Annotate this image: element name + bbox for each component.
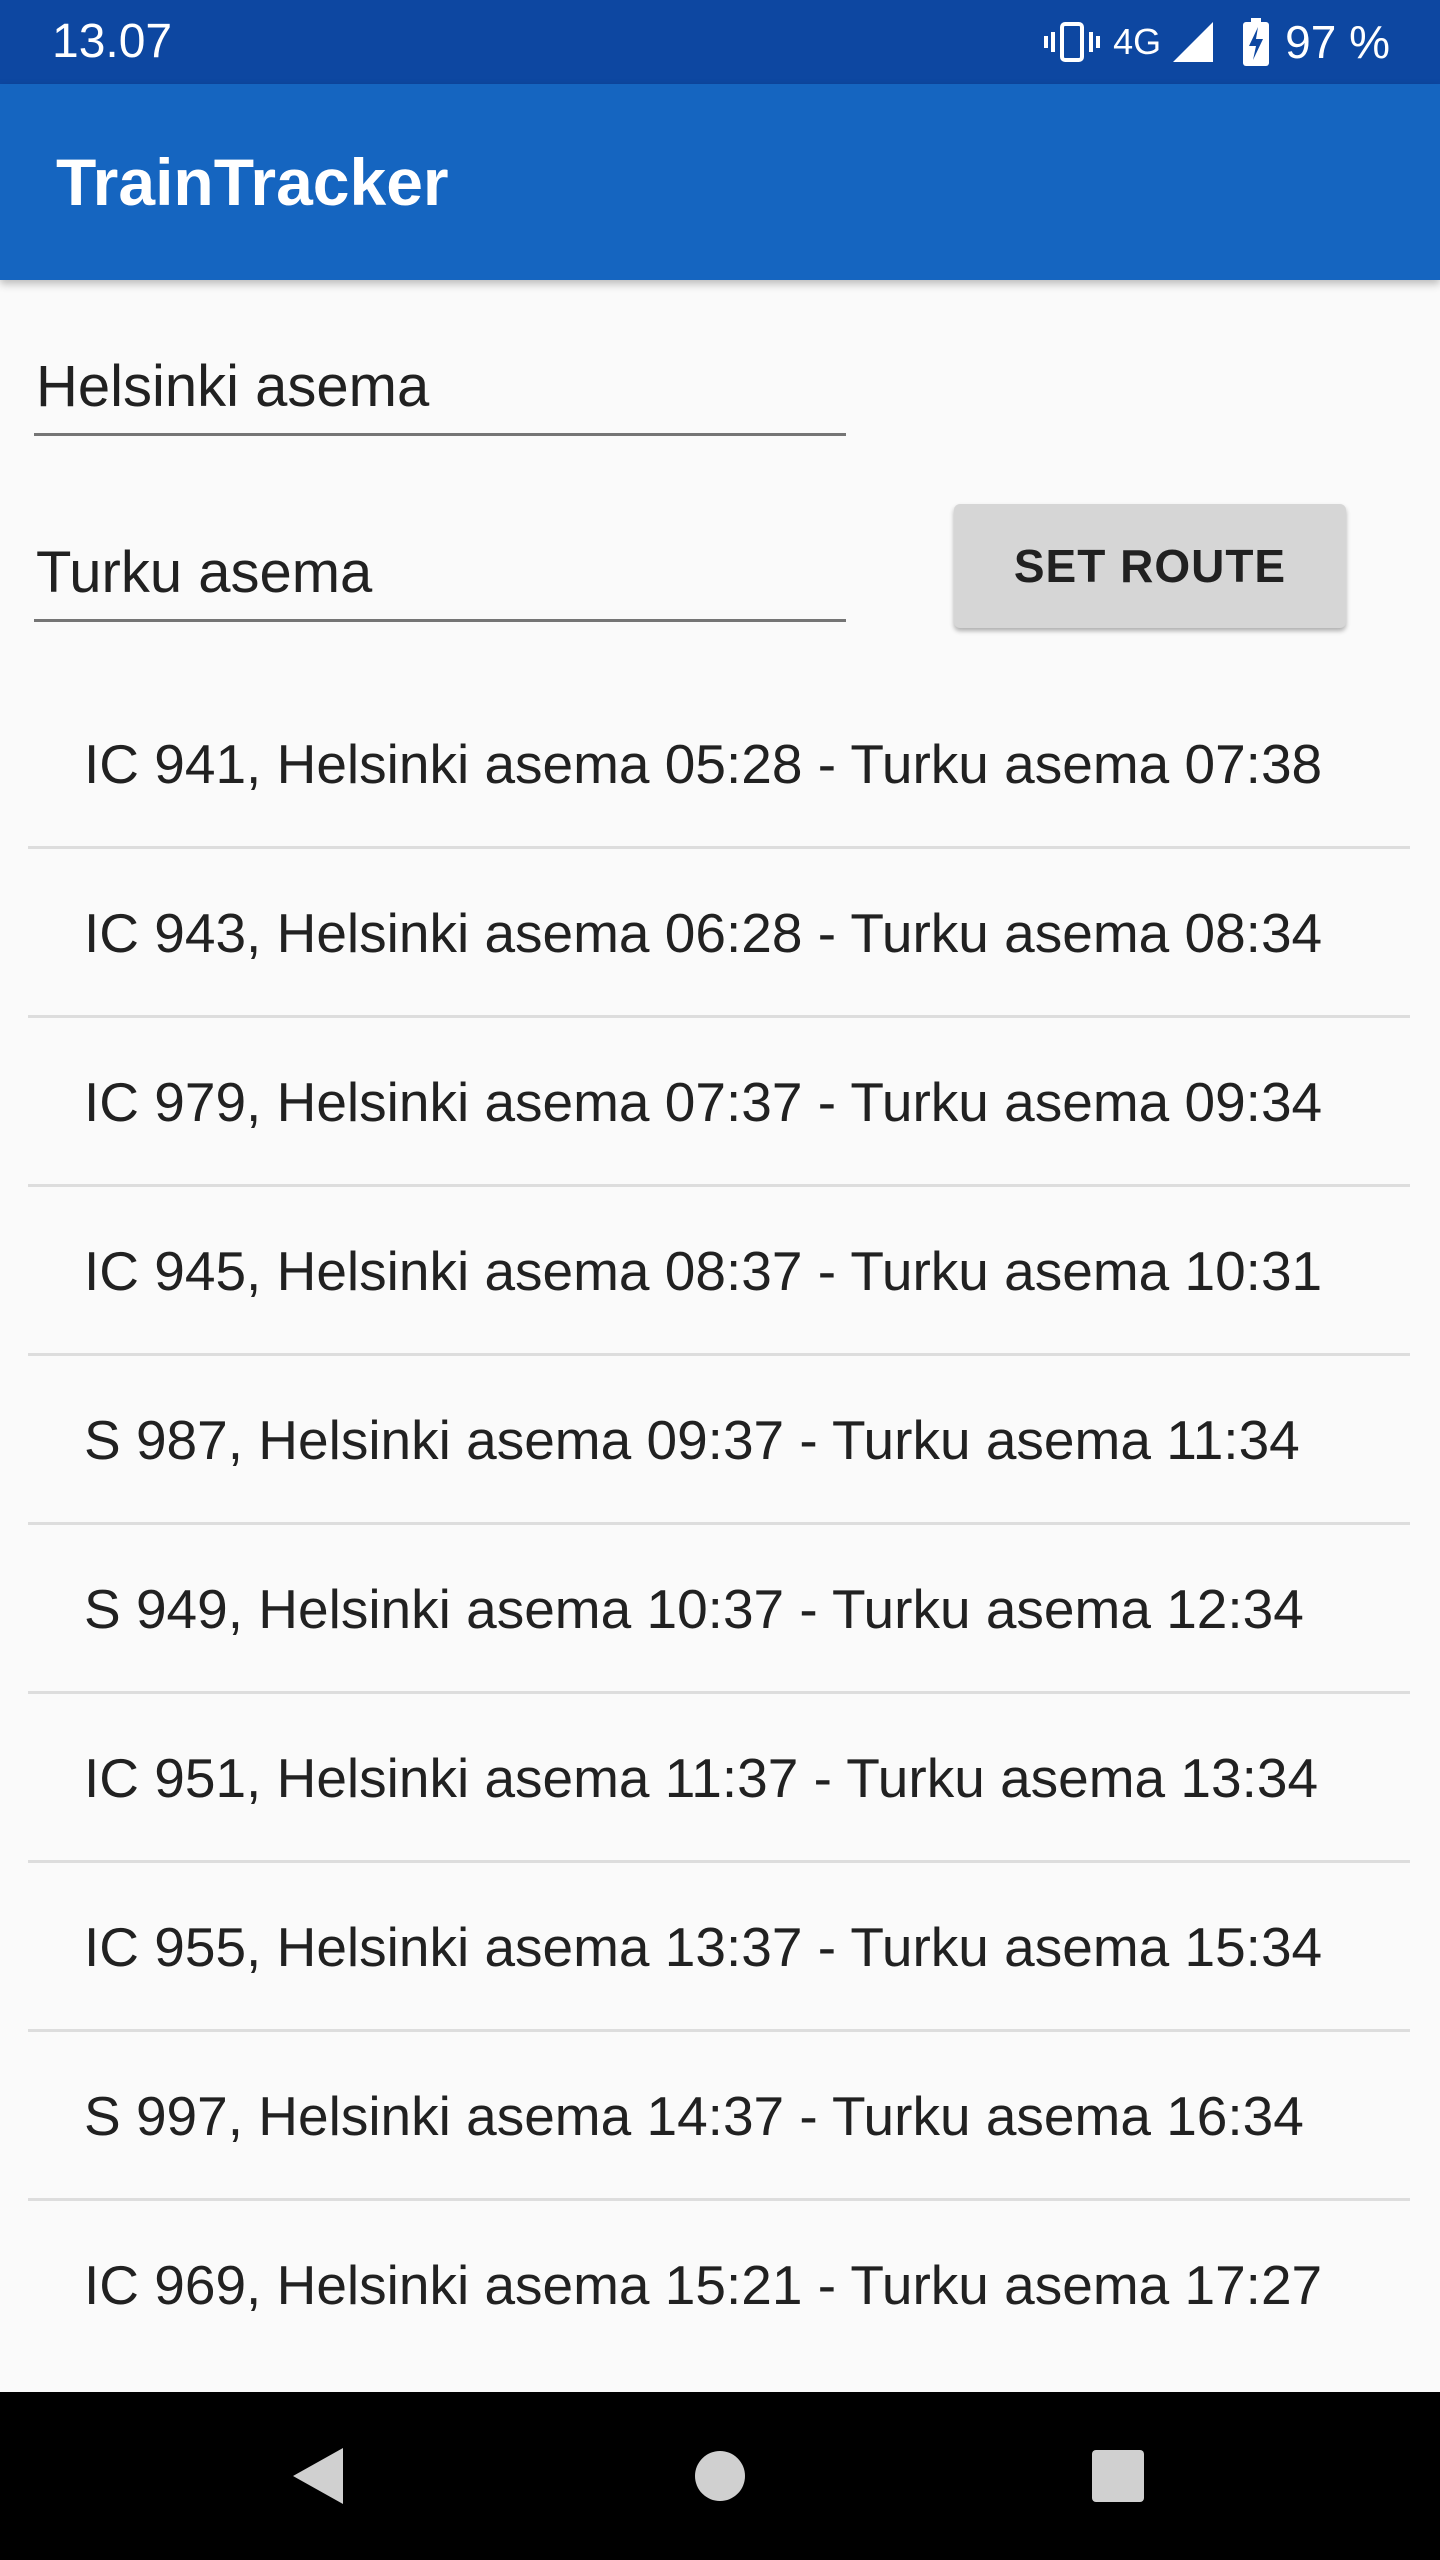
status-bar: 13.07 4G 97 %	[0, 0, 1440, 84]
recents-button[interactable]	[1038, 2392, 1198, 2560]
back-icon	[293, 2448, 343, 2504]
route-list-item[interactable]: IC 955, Helsinki asema 13:37 - Turku ase…	[28, 1863, 1410, 2032]
network-type: 4G	[1113, 21, 1162, 62]
route-list: IC 941, Helsinki asema 05:28 - Turku ase…	[28, 680, 1410, 2370]
route-list-item[interactable]: IC 979, Helsinki asema 07:37 - Turku ase…	[28, 1018, 1410, 1187]
app-bar: TrainTracker	[0, 84, 1440, 280]
vibrate-icon	[1043, 20, 1101, 64]
status-time: 13.07	[52, 15, 173, 68]
origin-station-input[interactable]	[34, 340, 846, 436]
battery-charging-icon	[1243, 18, 1270, 66]
destination-station-input[interactable]	[34, 526, 846, 622]
battery-level: 97 %	[1285, 16, 1390, 68]
route-list-item[interactable]: IC 941, Helsinki asema 05:28 - Turku ase…	[28, 680, 1410, 849]
route-list-item[interactable]: IC 943, Helsinki asema 06:28 - Turku ase…	[28, 849, 1410, 1018]
home-icon	[695, 2451, 745, 2501]
status-icons: 4G 97 %	[1043, 0, 1390, 84]
app-screen: 13.07 4G 97 % TrainTracker Helsinki asem…	[0, 0, 1440, 2560]
app-title: TrainTracker	[56, 145, 449, 219]
route-list-item[interactable]: IC 945, Helsinki asema 08:37 - Turku ase…	[28, 1187, 1410, 1356]
signal-icon	[1173, 22, 1214, 62]
route-list-item[interactable]: IC 951, Helsinki asema 11:37 - Turku ase…	[28, 1694, 1410, 1863]
back-button[interactable]	[238, 2392, 398, 2560]
recents-icon	[1092, 2450, 1144, 2502]
home-button[interactable]	[640, 2392, 800, 2560]
route-list-item[interactable]: S 997, Helsinki asema 14:37 - Turku asem…	[28, 2032, 1410, 2201]
route-list-item[interactable]: S 987, Helsinki asema 09:37 - Turku asem…	[28, 1356, 1410, 1525]
navigation-bar	[0, 2392, 1440, 2560]
set-route-button[interactable]: SET ROUTE	[954, 504, 1346, 628]
route-list-item[interactable]: S 949, Helsinki asema 10:37 - Turku asem…	[28, 1525, 1410, 1694]
route-list-item[interactable]: IC 969, Helsinki asema 15:21 - Turku ase…	[28, 2201, 1410, 2370]
